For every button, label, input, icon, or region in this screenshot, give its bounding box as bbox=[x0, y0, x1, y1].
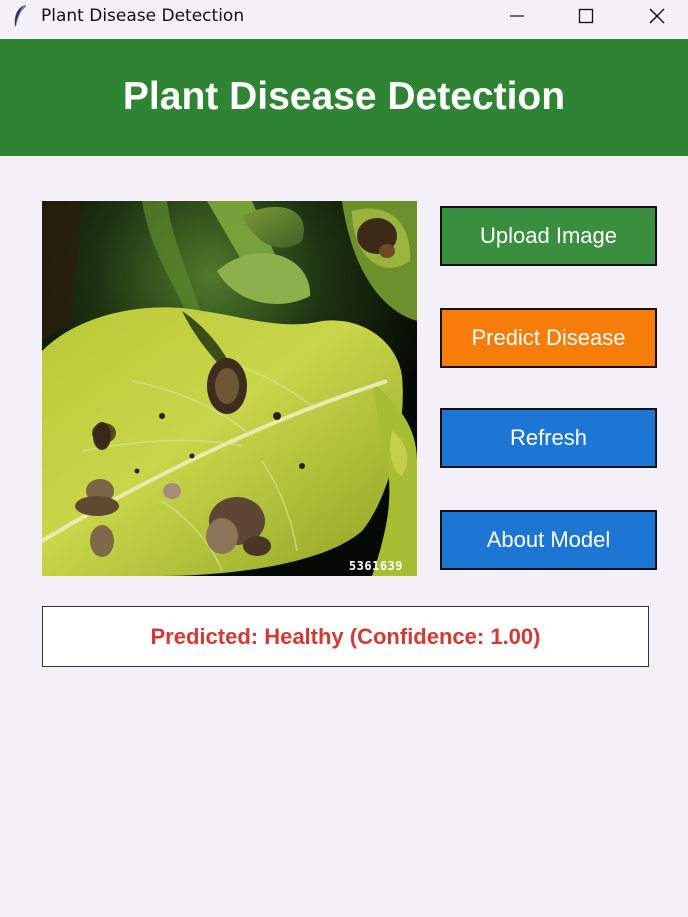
image-overlay-number: 5361639 bbox=[348, 559, 403, 573]
close-button[interactable] bbox=[634, 0, 680, 32]
title-bar[interactable]: Plant Disease Detection bbox=[0, 0, 688, 32]
app-window: Plant Disease Detection Plant Disease De… bbox=[0, 0, 688, 917]
close-icon bbox=[649, 8, 665, 24]
leaf-illustration bbox=[42, 201, 417, 576]
maximize-icon bbox=[578, 8, 594, 24]
predict-disease-button[interactable]: Predict Disease bbox=[440, 308, 657, 368]
feather-icon bbox=[14, 4, 26, 26]
refresh-button[interactable]: Refresh bbox=[440, 408, 657, 468]
minimize-icon bbox=[510, 15, 524, 17]
plant-leaf-image: 5361639 bbox=[42, 201, 417, 576]
page-title: Plant Disease Detection bbox=[122, 75, 566, 118]
about-model-button[interactable]: About Model bbox=[440, 510, 657, 570]
upload-image-button[interactable]: Upload Image bbox=[440, 206, 657, 266]
window-title: Plant Disease Detection bbox=[41, 6, 245, 26]
maximize-button[interactable] bbox=[563, 0, 609, 32]
minimize-button[interactable] bbox=[494, 0, 540, 32]
prediction-result-box: Predicted: Healthy (Confidence: 1.00) bbox=[42, 606, 649, 667]
prediction-result-text: Predicted: Healthy (Confidence: 1.00) bbox=[150, 623, 541, 649]
app-header: Plant Disease Detection bbox=[0, 39, 688, 156]
